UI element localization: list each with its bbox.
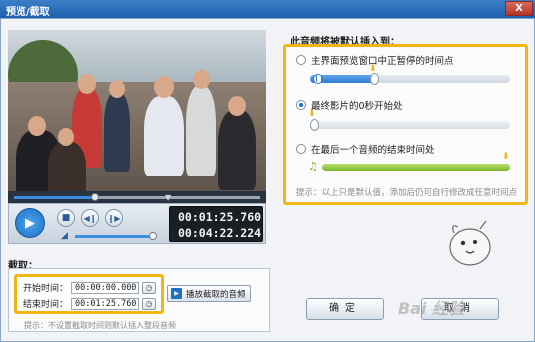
time-display: 00:01:25.760 00:04:22.224 bbox=[169, 206, 263, 242]
volume-fill bbox=[75, 235, 153, 238]
next-frame-button[interactable]: ❙▶ bbox=[105, 209, 123, 227]
clock-icon[interactable]: ◷ bbox=[142, 281, 157, 294]
ok-button[interactable]: 确定 bbox=[306, 298, 384, 320]
seek-handle[interactable] bbox=[91, 193, 99, 201]
play-button[interactable]: ▶ bbox=[15, 208, 45, 238]
title-bar: 预览/截取 X bbox=[0, 0, 535, 18]
video-person-head bbox=[109, 80, 125, 98]
total-time: 00:04:22.224 bbox=[178, 226, 262, 240]
seek-progress-fill bbox=[14, 196, 95, 199]
clock-icon[interactable]: ◷ bbox=[142, 297, 157, 310]
start-time-label: 开始时间： bbox=[23, 284, 69, 294]
radio-last-audio-end[interactable] bbox=[296, 144, 306, 154]
end-time-label: 结束时间： bbox=[23, 300, 69, 310]
play-icon: ▶ bbox=[171, 288, 182, 299]
next-icon: ❙▶ bbox=[107, 213, 121, 223]
cut-hint: 提示：不设置截取时间则默认插入整段音频 bbox=[24, 321, 176, 330]
video-preview bbox=[8, 30, 266, 191]
insert-options-panel: 主界面预览窗口中正暂停的时间点 ⬇ ❙❙ 最终影片的0秒开始处 ⬇ 在最后一个音… bbox=[283, 44, 528, 205]
option-label: 主界面预览窗口中正暂停的时间点 bbox=[311, 56, 454, 67]
stop-icon: ■ bbox=[61, 213, 71, 223]
end-time-row: 结束时间： 00:01:25.760 ◷ bbox=[23, 297, 157, 310]
slider-handle[interactable] bbox=[370, 73, 379, 85]
radio-paused-point[interactable] bbox=[296, 55, 306, 65]
music-note-icon: ♫ bbox=[308, 160, 318, 173]
previous-frame-button[interactable]: ◀❙ bbox=[81, 209, 99, 227]
slider-handle[interactable] bbox=[310, 119, 319, 131]
option-label: 在最后一个音频的结束时间处 bbox=[311, 145, 435, 156]
end-time-input[interactable]: 00:01:25.760 bbox=[71, 297, 140, 310]
volume-icon[interactable]: ◢ bbox=[61, 231, 68, 241]
video-person bbox=[104, 92, 130, 172]
arrow-down-icon: ⬇ bbox=[308, 109, 316, 119]
window-title: 预览/截取 bbox=[6, 7, 50, 18]
video-person-head bbox=[154, 76, 174, 98]
stop-button[interactable]: ■ bbox=[57, 209, 75, 227]
video-person-head bbox=[28, 116, 46, 136]
video-person bbox=[48, 142, 86, 191]
cut-time-fields: 开始时间： 00:00:00.000 ◷ 结束时间： 00:01:25.760 … bbox=[14, 274, 164, 314]
current-time: 00:01:25.760 bbox=[178, 210, 262, 224]
option-label: 最终影片的0秒开始处 bbox=[311, 101, 403, 112]
video-person bbox=[144, 96, 184, 176]
watermark: Bai 经验 bbox=[398, 299, 465, 318]
video-person-head bbox=[78, 74, 96, 94]
playback-controls: ▶ ■ ◀❙ ❙▶ ◢ 00:01:25.760 00:04:22.224 bbox=[8, 203, 266, 244]
radio-movie-start[interactable] bbox=[296, 100, 306, 110]
audio-track-bar bbox=[322, 164, 510, 171]
insert-hint: 提示：以上只是默认值，添加后仍可自行修改成任意时间点 bbox=[296, 188, 518, 198]
paused-point-slider[interactable]: ❙❙ bbox=[310, 73, 510, 85]
volume-handle[interactable] bbox=[149, 232, 157, 240]
video-person-head bbox=[58, 128, 74, 146]
seek-bar[interactable]: ▼ bbox=[8, 191, 266, 203]
video-person-head bbox=[193, 70, 210, 89]
video-person bbox=[186, 86, 216, 176]
last-audio-slider: ♫ bbox=[308, 160, 510, 173]
start-time-input[interactable]: 00:00:00.000 bbox=[71, 281, 140, 294]
mascot-illustration bbox=[449, 220, 491, 266]
close-button[interactable]: X bbox=[505, 1, 533, 16]
previous-icon: ◀❙ bbox=[83, 213, 97, 223]
play-cut-label: 播放截取的音频 bbox=[186, 289, 246, 300]
start-time-row: 开始时间： 00:00:00.000 ◷ bbox=[23, 281, 157, 294]
video-person bbox=[218, 110, 256, 190]
slider-track bbox=[310, 121, 510, 129]
chevron-down-icon: ▼ bbox=[165, 193, 172, 202]
play-cut-audio-button[interactable]: ▶ 播放截取的音频 bbox=[167, 285, 251, 302]
pause-icon: ❙❙ bbox=[313, 74, 325, 84]
option-last-audio-end[interactable]: 在最后一个音频的结束时间处 bbox=[296, 142, 435, 156]
play-icon: ▶ bbox=[25, 215, 35, 231]
movie-start-slider[interactable] bbox=[310, 119, 510, 131]
video-person-head bbox=[228, 96, 246, 116]
